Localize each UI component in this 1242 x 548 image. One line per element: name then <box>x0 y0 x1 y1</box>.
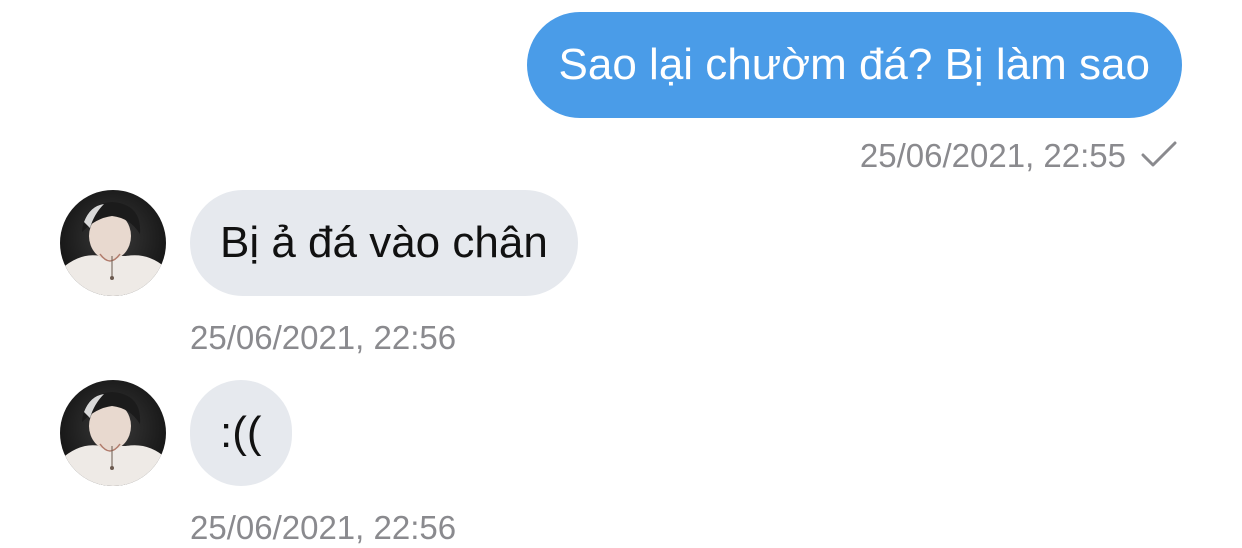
incoming-message-bubble[interactable]: Bị ả đá vào chân <box>190 190 578 296</box>
avatar[interactable] <box>60 380 166 486</box>
message-timestamp: 25/06/2021, 22:56 <box>190 319 457 356</box>
avatar[interactable] <box>60 190 166 296</box>
incoming-message-bubble[interactable]: :(( <box>190 380 292 486</box>
message-timestamp: 25/06/2021, 22:56 <box>190 509 457 546</box>
checkmark-icon <box>1141 141 1177 167</box>
outgoing-message-bubble[interactable]: Sao lại chườm đá? Bị làm sao <box>526 12 1182 118</box>
message-timestamp: 25/06/2021, 22:55 <box>859 137 1126 174</box>
